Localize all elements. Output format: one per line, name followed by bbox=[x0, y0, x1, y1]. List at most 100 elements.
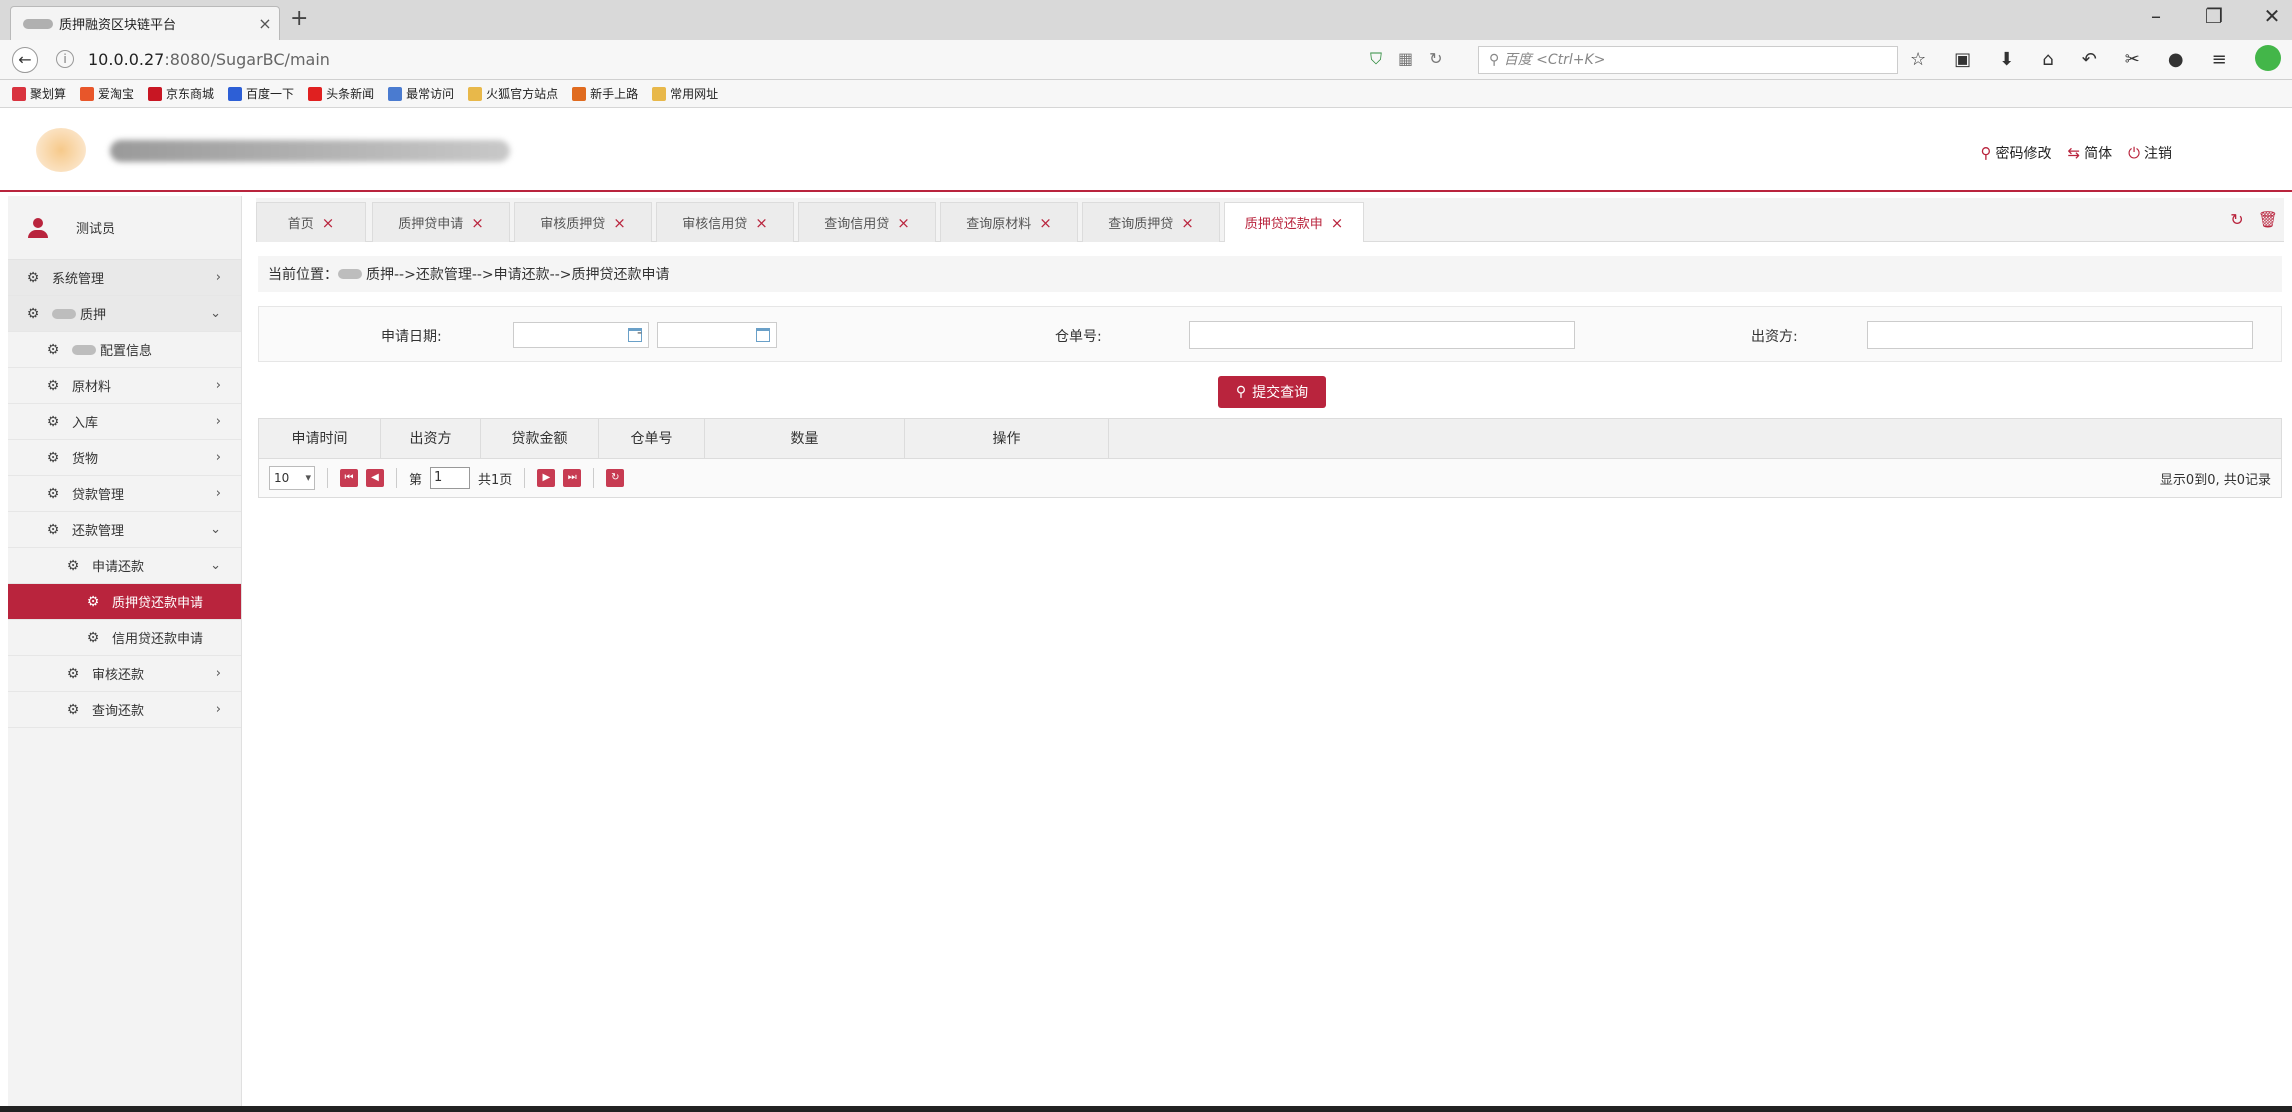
submit-query-button[interactable]: ⚲ 提交查询 bbox=[1218, 376, 1326, 408]
extension-icon[interactable] bbox=[2254, 45, 2281, 71]
sidebar-item[interactable]: ⚙ 还款管理 ⌄ bbox=[8, 512, 241, 548]
search-input[interactable]: ⚲ 百度 <Ctrl+K> bbox=[1478, 46, 1898, 74]
close-tab-icon[interactable]: × bbox=[251, 14, 279, 33]
content-tab-label: 查询原材料 bbox=[966, 217, 1032, 232]
close-icon[interactable]: × bbox=[1181, 214, 1194, 232]
close-icon[interactable]: × bbox=[1039, 214, 1052, 232]
page-size-select[interactable]: 10 bbox=[269, 466, 315, 490]
browser-tab[interactable]: 质押融资区块链平台 × bbox=[10, 6, 280, 40]
bookmark-star-icon[interactable]: ☆ bbox=[1910, 49, 1926, 71]
screenshot-icon[interactable]: ✂ bbox=[2125, 49, 2140, 71]
sidebar-item[interactable]: ⚙ 申请还款 ⌄ bbox=[8, 548, 241, 584]
bookmark-label: 火狐官方站点 bbox=[486, 87, 559, 101]
sidebar-item[interactable]: ⚙ 信用贷还款申请 bbox=[8, 620, 241, 656]
content-tab[interactable]: 审核质押贷 × bbox=[514, 202, 652, 242]
content-tab[interactable]: 审核信用贷 × bbox=[656, 202, 794, 242]
sidebar-item[interactable]: ⚙ 系统管理 › bbox=[8, 260, 241, 296]
sidebar-item[interactable]: ⚙ 入库 › bbox=[8, 404, 241, 440]
undo-icon[interactable]: ↶ bbox=[2082, 49, 2097, 71]
close-icon[interactable]: × bbox=[1331, 214, 1344, 232]
bookmark-label: 爱淘宝 bbox=[98, 87, 135, 101]
site-info-icon[interactable]: i bbox=[56, 50, 74, 68]
bookmark-item[interactable]: 百度一下 bbox=[228, 85, 294, 102]
download-icon[interactable]: ⬇ bbox=[1999, 49, 2014, 71]
content-tab[interactable]: 质押贷还款申 × bbox=[1224, 202, 1364, 242]
content-tab[interactable]: 查询质押贷 × bbox=[1082, 202, 1220, 242]
table-column-header[interactable]: 仓单号 bbox=[599, 419, 705, 459]
trash-icon[interactable]: 🗑 bbox=[2258, 210, 2278, 229]
back-button[interactable]: ← bbox=[12, 47, 38, 73]
content-tab-label: 查询信用贷 bbox=[824, 217, 890, 232]
table-column-header[interactable]: 出资方 bbox=[381, 419, 481, 459]
bookmark-icon bbox=[468, 86, 483, 101]
end-date-input[interactable] bbox=[657, 322, 777, 348]
table-column-header[interactable]: 申请时间 bbox=[259, 419, 381, 459]
table-column-header[interactable]: 贷款金额 bbox=[481, 419, 599, 459]
minimize-button[interactable]: – bbox=[2146, 4, 2166, 28]
shield-icon[interactable]: ⛉ bbox=[1370, 49, 1382, 69]
first-page-icon[interactable]: ⏮ bbox=[340, 469, 358, 487]
bookmark-icon bbox=[388, 86, 403, 101]
sidebar-item[interactable]: ⚙ 配置信息 bbox=[8, 332, 241, 368]
address-bar[interactable]: 10.0.0.27:8080/SugarBC/main bbox=[88, 50, 330, 69]
sidebar-item[interactable]: ⚙ 贷款管理 › bbox=[8, 476, 241, 512]
sidebar-item[interactable]: ⚙ 货物 › bbox=[8, 440, 241, 476]
close-icon[interactable]: × bbox=[613, 214, 626, 232]
sidebar-item-label: 贷款管理 bbox=[72, 488, 125, 503]
content-tab[interactable]: 查询原材料 × bbox=[940, 202, 1078, 242]
content-tab[interactable]: 查询信用贷 × bbox=[798, 202, 936, 242]
sidebar-item[interactable]: ⚙ 质押贷还款申请 bbox=[8, 584, 241, 620]
sidebar-item[interactable]: ⚙ 查询还款 › bbox=[8, 692, 241, 728]
date-separator: - bbox=[637, 325, 643, 341]
bookmark-icon bbox=[80, 86, 95, 101]
divider bbox=[396, 468, 397, 488]
sidebar-item[interactable]: ⚙ 质押 ⌄ bbox=[8, 296, 241, 332]
sidebar: 测试员 ⚙ 系统管理 › ⚙ 质押 ⌄ ⚙ 配置信息 ⚙ 原材料 › ⚙ 入库 › ⚙ 货物 › ⚙ 贷款管理 › ⚙ 还… bbox=[8, 196, 242, 1106]
bookmark-icon bbox=[652, 86, 667, 101]
prev-page-icon[interactable]: ◀ bbox=[366, 469, 384, 487]
home-icon[interactable]: ⌂ bbox=[2042, 49, 2053, 71]
close-icon[interactable]: × bbox=[897, 214, 910, 232]
start-date-input[interactable] bbox=[513, 322, 649, 348]
bookmark-item[interactable]: 头条新闻 bbox=[308, 85, 374, 102]
page-number-input[interactable]: 1 bbox=[430, 467, 471, 489]
calendar-icon[interactable] bbox=[756, 328, 770, 342]
chevron-right-icon: › bbox=[215, 378, 221, 393]
warehouse-number-input[interactable] bbox=[1189, 321, 1575, 349]
sidebar-item[interactable]: ⚙ 原材料 › bbox=[8, 368, 241, 404]
last-page-icon[interactable]: ⏭ bbox=[563, 469, 582, 487]
clipboard-icon[interactable]: ▣ bbox=[1954, 49, 1971, 71]
bookmark-item[interactable]: 爱淘宝 bbox=[80, 85, 134, 102]
new-tab-button[interactable]: + bbox=[290, 6, 308, 31]
bookmark-item[interactable]: 常用网址 bbox=[652, 85, 718, 102]
close-icon[interactable]: × bbox=[322, 214, 335, 232]
restore-button[interactable]: ❐ bbox=[2204, 4, 2224, 28]
language-link[interactable]: ⇆ 简体 bbox=[2068, 143, 2113, 163]
content-tab[interactable]: 质押贷申请 × bbox=[372, 202, 510, 242]
globe-icon: ⚙ bbox=[66, 701, 80, 718]
change-password-link[interactable]: ⚲ 密码修改 bbox=[1981, 143, 2052, 163]
reload-icon[interactable]: ↻ bbox=[1429, 49, 1442, 69]
bookmark-item[interactable]: 京东商城 bbox=[148, 85, 214, 102]
next-page-icon[interactable]: ▶ bbox=[537, 469, 556, 487]
sidebar-item[interactable]: ⚙ 审核还款 › bbox=[8, 656, 241, 692]
lender-input[interactable] bbox=[1867, 321, 2253, 349]
chat-icon[interactable]: ● bbox=[2168, 49, 2184, 71]
globe-icon: ⚙ bbox=[46, 377, 60, 394]
qr-code-icon[interactable]: ▦ bbox=[1398, 49, 1413, 69]
close-window-button[interactable]: ✕ bbox=[2262, 4, 2282, 28]
content-tab[interactable]: 首页 × bbox=[256, 202, 366, 242]
menu-icon[interactable]: ≡ bbox=[2212, 49, 2227, 71]
user-info: 测试员 bbox=[8, 196, 241, 260]
table-column-header[interactable]: 数量 bbox=[705, 419, 905, 459]
bookmark-item[interactable]: 新手上路 bbox=[572, 85, 638, 102]
bookmark-item[interactable]: 火狐官方站点 bbox=[468, 85, 558, 102]
table-column-header[interactable]: 操作 bbox=[905, 419, 1109, 459]
bookmark-item[interactable]: 聚划算 bbox=[12, 85, 66, 102]
reload-page-icon[interactable]: ↻ bbox=[606, 469, 625, 487]
close-icon[interactable]: × bbox=[471, 214, 484, 232]
bookmark-item[interactable]: 最常访问 bbox=[388, 85, 454, 102]
refresh-icon[interactable]: ↻ bbox=[2230, 210, 2243, 229]
close-icon[interactable]: × bbox=[755, 214, 768, 232]
logout-link[interactable]: ⏻ 注销 bbox=[2128, 143, 2172, 163]
